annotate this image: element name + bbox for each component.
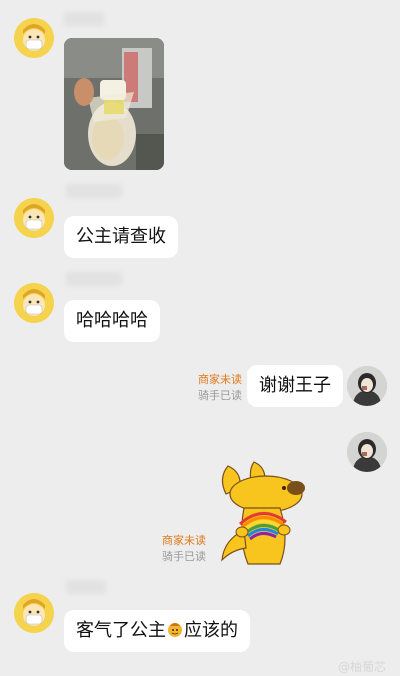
rider-read-label: 骑手已读	[198, 389, 242, 402]
user-avatar-icon[interactable]	[347, 366, 387, 406]
sender-avatar-icon[interactable]	[14, 283, 54, 323]
message-text-before-emoji: 客气了公主	[76, 620, 166, 641]
sender-name-blurred	[64, 12, 104, 26]
sender-name-blurred	[66, 272, 122, 286]
message-bubble[interactable]: 谢谢王子	[247, 365, 343, 407]
merchant-unread-label: 商家未读	[198, 373, 242, 386]
rider-read-label: 骑手已读	[162, 550, 206, 563]
merchant-unread-label: 商家未读	[162, 534, 206, 547]
message-text: 哈哈哈哈	[76, 310, 148, 331]
chat-image[interactable]	[64, 38, 164, 170]
sender-name-blurred	[66, 184, 122, 198]
read-receipt: 商家未读 骑手已读	[178, 372, 242, 404]
watermark-text: @柚葡芯	[338, 660, 387, 674]
message-text: 谢谢王子	[259, 375, 331, 396]
message-text: 公主请查收	[76, 226, 166, 247]
yellow-dog-rainbow-sticker-icon[interactable]	[214, 460, 310, 568]
blessing-emoji-icon	[166, 620, 184, 638]
sender-name-blurred	[66, 580, 106, 594]
message-text-after-emoji: 应该的	[184, 620, 238, 641]
sender-avatar-icon[interactable]	[14, 18, 54, 58]
message-bubble[interactable]: 哈哈哈哈	[64, 300, 160, 342]
sender-avatar-icon[interactable]	[14, 198, 54, 238]
sender-avatar-icon[interactable]	[14, 593, 54, 633]
message-bubble[interactable]: 客气了公主 应该的	[64, 610, 250, 652]
read-receipt: 商家未读 骑手已读	[142, 533, 206, 565]
user-avatar-icon[interactable]	[347, 432, 387, 472]
message-bubble[interactable]: 公主请查收	[64, 216, 178, 258]
